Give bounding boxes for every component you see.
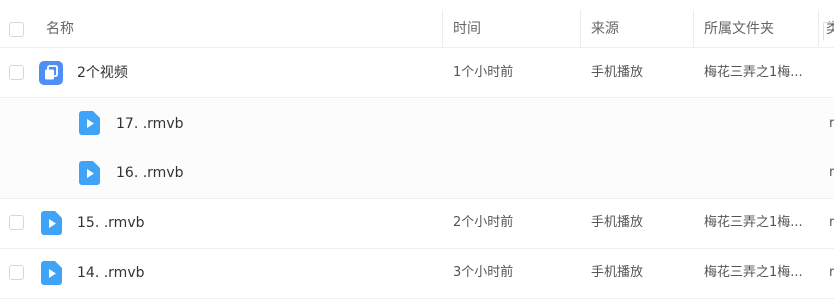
column-divider[interactable]	[818, 10, 819, 47]
column-source-header[interactable]: 来源	[591, 20, 619, 38]
row-source: 手机播放	[591, 215, 644, 230]
table-row[interactable]: 14. .rmvb 3个小时前 手机播放 梅花三弄之1梅... r	[0, 249, 834, 299]
video-file-icon	[41, 211, 62, 239]
row-time: 2个小时前	[453, 215, 514, 230]
row-checkbox[interactable]	[9, 65, 24, 80]
row-checkbox[interactable]	[9, 215, 24, 230]
row-folder[interactable]: 梅花三弄之1梅...	[704, 214, 803, 232]
row-name[interactable]: 17. .rmvb	[116, 115, 183, 133]
column-divider[interactable]	[580, 10, 581, 47]
table-row[interactable]: 17. .rmvb r	[0, 99, 834, 149]
column-divider[interactable]	[442, 10, 443, 47]
row-source: 手机播放	[591, 265, 644, 280]
column-folder-header[interactable]: 所属文件夹	[704, 20, 774, 38]
table-row[interactable]: 2个视频 1个小时前 手机播放 梅花三弄之1梅...	[0, 48, 834, 98]
row-name[interactable]: 14. .rmvb	[77, 264, 144, 282]
video-file-icon	[41, 261, 62, 289]
table-row[interactable]: 15. .rmvb 2个小时前 手机播放 梅花三弄之1梅... r	[0, 199, 834, 249]
row-checkbox[interactable]	[9, 265, 24, 280]
video-group-icon	[39, 61, 63, 89]
select-all-checkbox[interactable]	[9, 22, 24, 37]
row-extra: r	[829, 215, 834, 230]
row-name[interactable]: 16. .rmvb	[116, 164, 183, 182]
row-time: 3个小时前	[453, 265, 514, 280]
row-extra: r	[829, 116, 834, 131]
row-extra: r	[829, 165, 834, 180]
row-extra: r	[829, 265, 834, 280]
column-time-header[interactable]: 时间	[453, 20, 481, 38]
video-file-icon	[79, 161, 100, 189]
table-row[interactable]: 16. .rmvb r	[0, 149, 834, 199]
column-name-header[interactable]: 名称	[46, 20, 74, 38]
row-name[interactable]: 2个视频	[77, 64, 128, 82]
scrollbar-edge[interactable]	[823, 22, 834, 41]
column-divider[interactable]	[693, 10, 694, 47]
row-name[interactable]: 15. .rmvb	[77, 214, 144, 232]
row-folder[interactable]: 梅花三弄之1梅...	[704, 64, 803, 82]
row-source: 手机播放	[591, 65, 644, 80]
row-folder[interactable]: 梅花三弄之1梅...	[704, 264, 803, 282]
row-time: 1个小时前	[453, 65, 514, 80]
table-header: 名称 时间 来源 所属文件夹 类	[0, 0, 834, 48]
video-file-icon	[79, 111, 100, 139]
